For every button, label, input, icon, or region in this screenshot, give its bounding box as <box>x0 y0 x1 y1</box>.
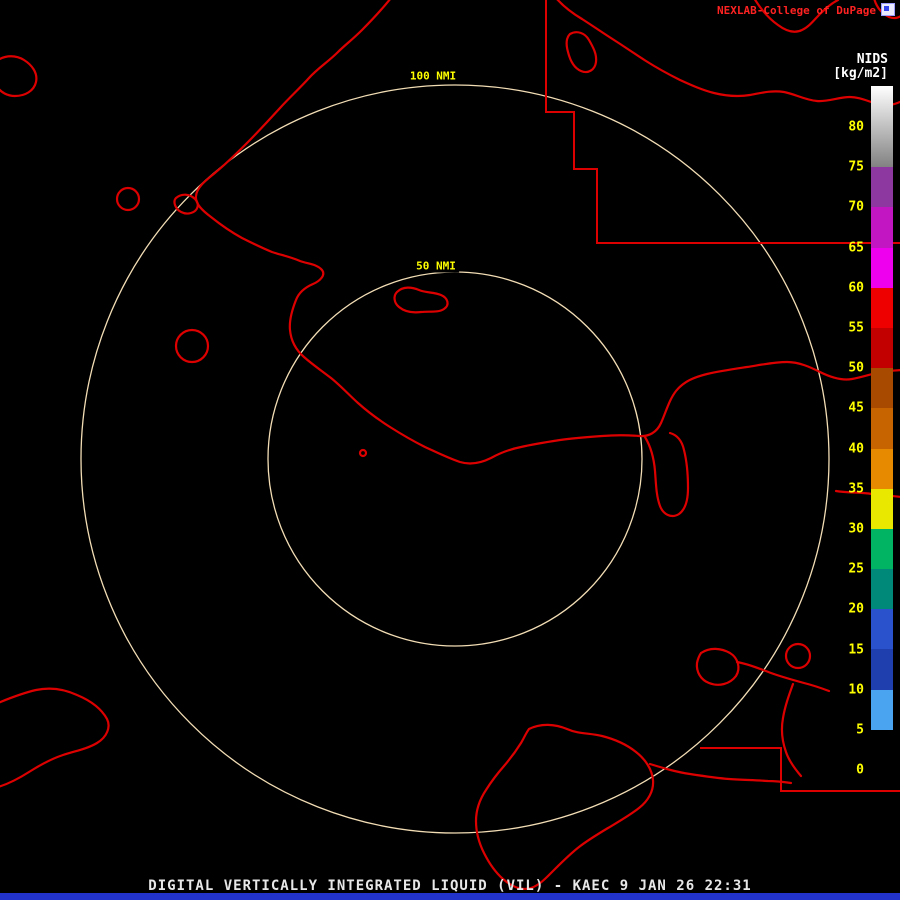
colorbar-segment-0-5 <box>871 729 893 770</box>
coastline-main <box>194 0 900 465</box>
colorbar-segment-45-50 <box>871 368 893 409</box>
colorbar-segment-55-60 <box>871 287 893 328</box>
colorbar-segment-35-40 <box>871 448 893 489</box>
island-center <box>393 286 449 314</box>
islet-north <box>565 31 598 74</box>
island-nw <box>0 55 38 98</box>
colorbar-segment-5-10 <box>871 689 893 730</box>
brand-icon-glyph <box>884 6 889 11</box>
colorbar-title: NIDS <box>856 52 888 67</box>
radar-map-canvas <box>0 0 900 890</box>
contour-circle-2 <box>174 328 210 364</box>
landmass-south <box>474 723 655 890</box>
boundary-steps-se <box>700 747 900 792</box>
coastline-inlet <box>643 431 690 518</box>
range-ring-label-50nmi: 50 NMI <box>413 259 459 273</box>
colorbar-segment-70-75 <box>871 167 893 208</box>
colorbar-segment-40-45 <box>871 408 893 449</box>
colorbar-segment-30-35 <box>871 488 893 529</box>
contour-circle-3 <box>784 642 812 670</box>
colorbar-segment-50-55 <box>871 327 893 369</box>
colorbar-segment-10-15 <box>871 649 893 690</box>
contour-circle-1 <box>115 186 141 212</box>
colorbar-segment-20-25 <box>871 569 893 610</box>
coastline-east2 <box>780 682 803 778</box>
colorbar <box>871 86 893 770</box>
product-title: DIGITAL VERTICALLY INTEGRATED LIQUID (VI… <box>148 878 752 894</box>
brand-icon <box>881 3 895 16</box>
boundary-steps-ne <box>545 0 900 244</box>
colorbar-segment-75-80+ <box>871 86 893 168</box>
map-outlines <box>0 0 900 890</box>
range-ring-label-100nmi: 100 NMI <box>406 69 460 83</box>
coastline-east1 <box>735 660 831 693</box>
bottom-bar <box>0 893 900 900</box>
brand-link[interactable]: NEXLAB-College of DuPage <box>717 4 876 17</box>
colorbar-segment-65-70 <box>871 207 893 248</box>
range-ring-50nmi <box>267 271 643 647</box>
island-east <box>695 647 740 686</box>
colorbar-segment-60-65 <box>871 247 893 288</box>
island-sw <box>0 687 110 788</box>
colorbar-segment-15-20 <box>871 609 893 650</box>
coastline-south-spur <box>648 762 793 785</box>
islet-nw <box>173 193 199 215</box>
colorbar-units: [kg/m2] <box>833 66 888 81</box>
contour-dot <box>358 448 368 458</box>
colorbar-segment-25-30 <box>871 528 893 570</box>
radar-display: NEXLAB-College of DuPage NIDS [kg/m2] 80… <box>0 0 900 900</box>
